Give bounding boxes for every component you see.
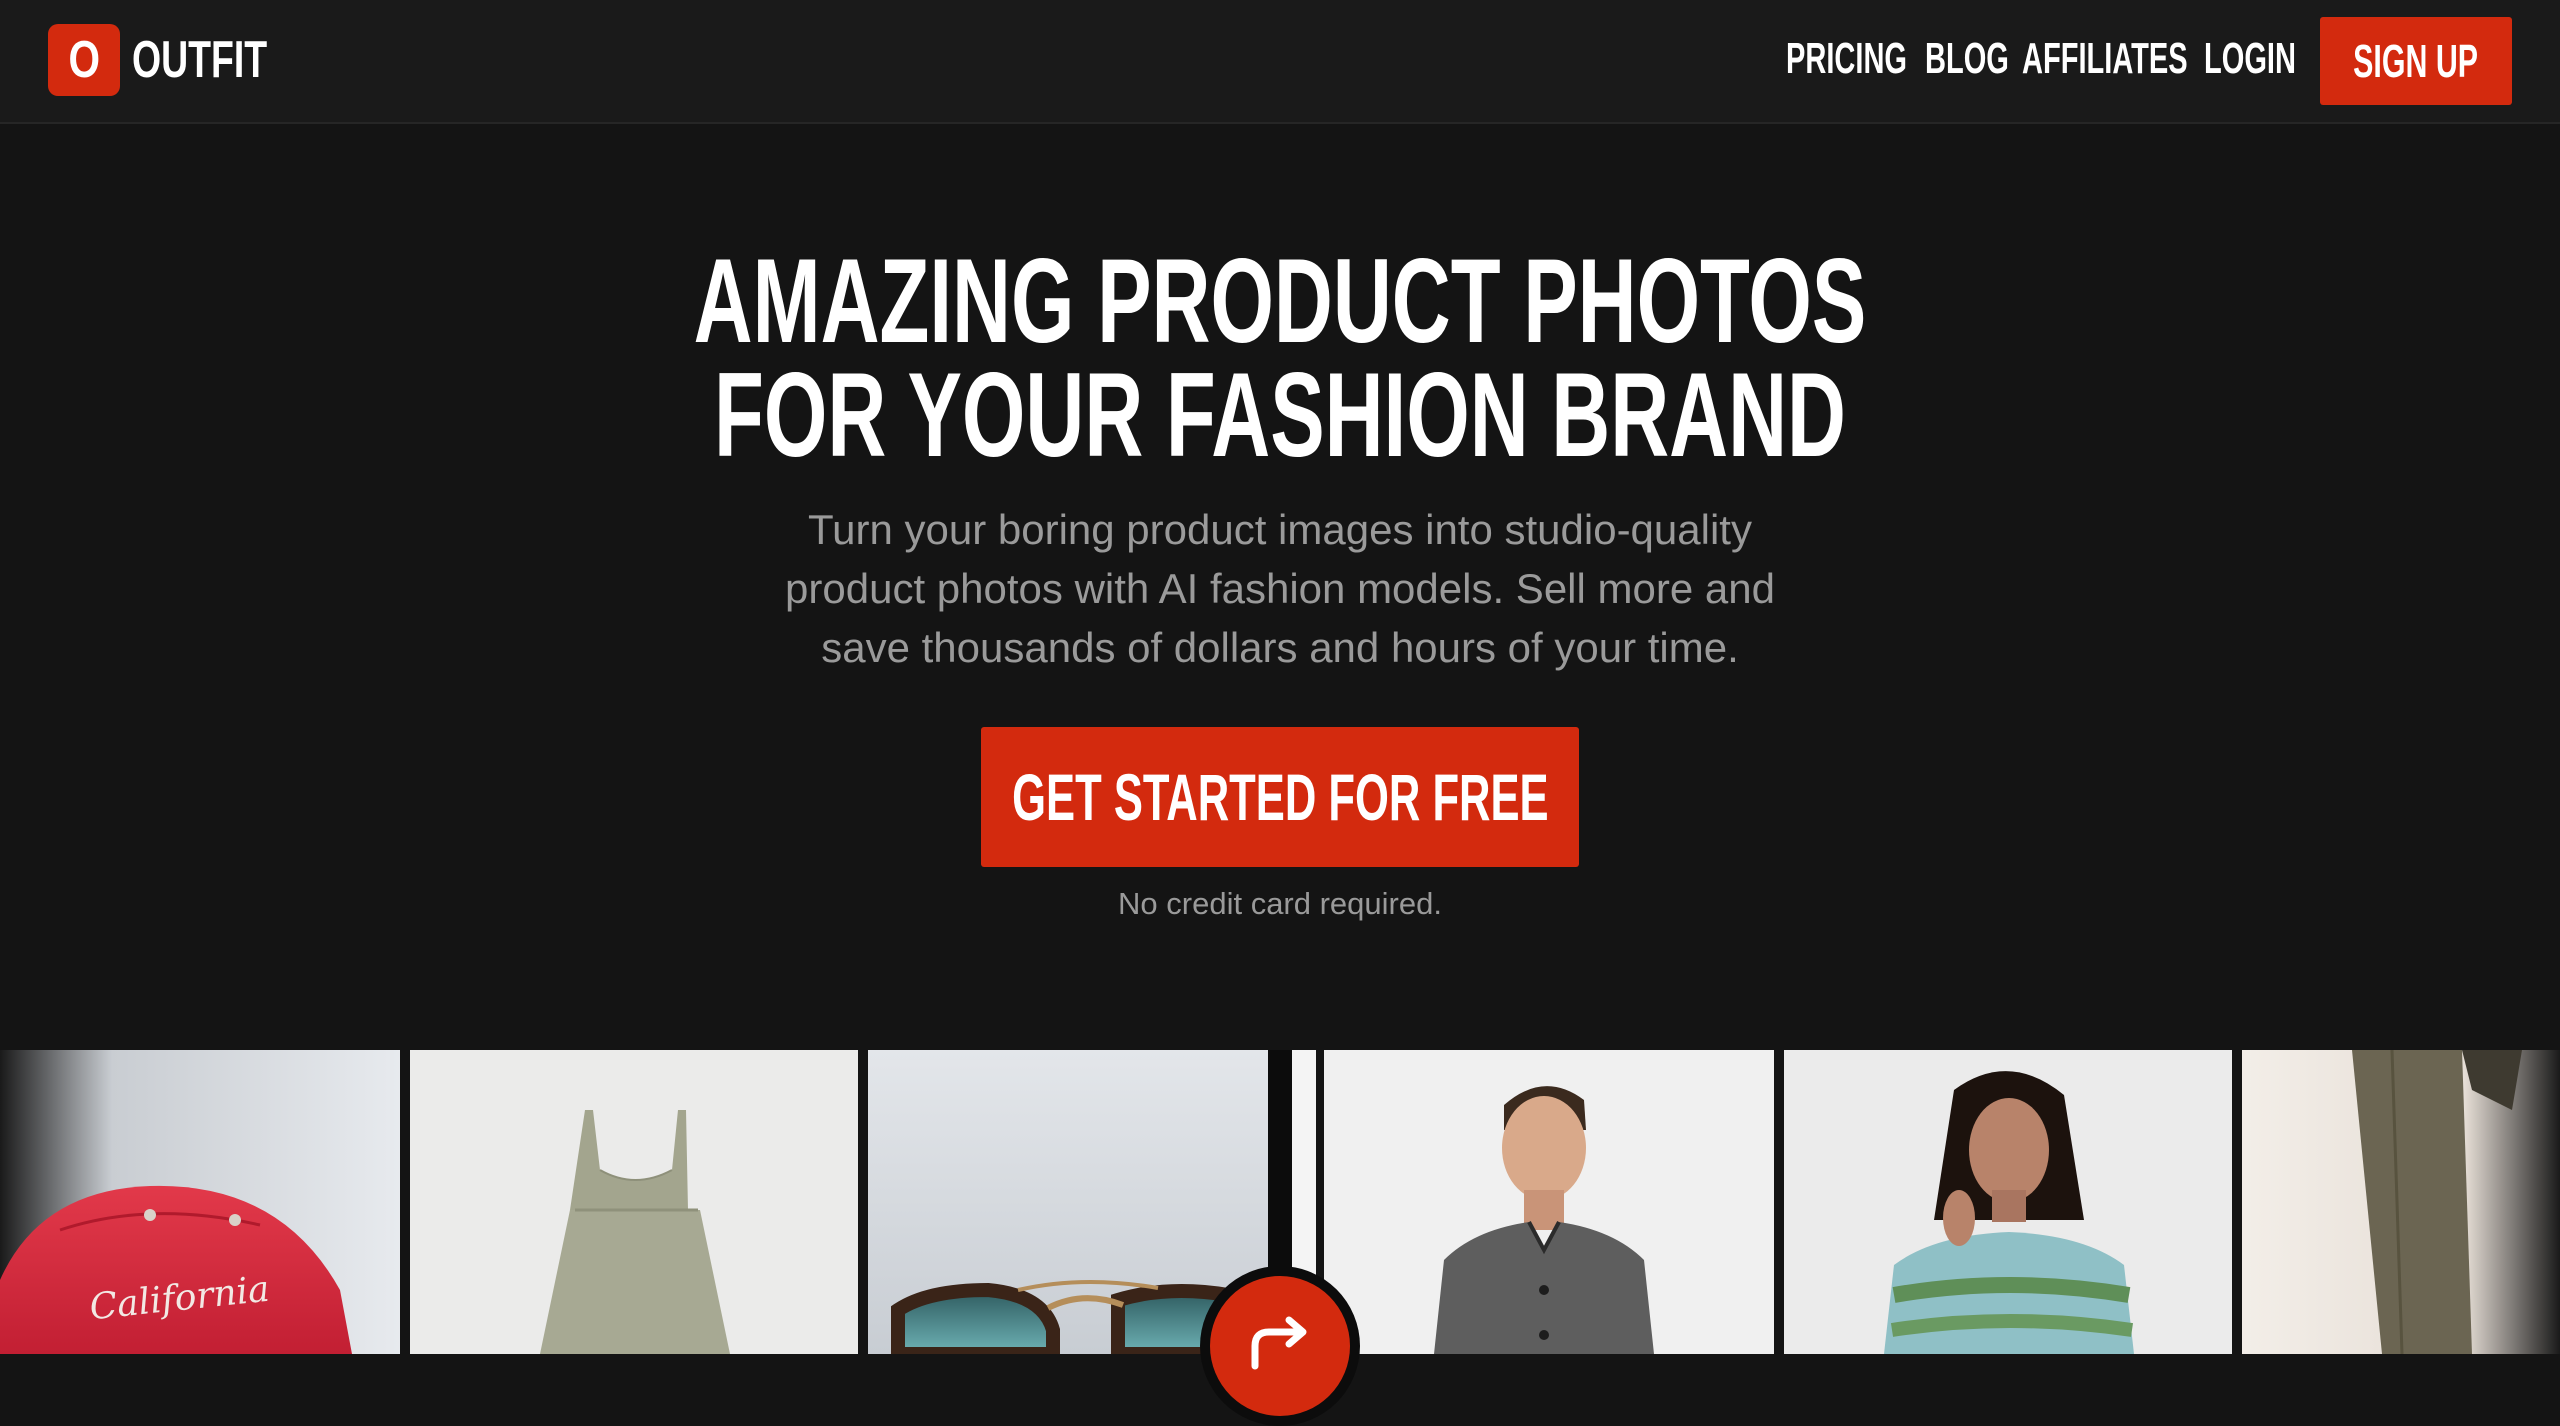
site-header: O OUTFIT PRICING BLOG AFFILIATES LOGIN S… [0, 0, 2560, 124]
swap-button[interactable] [1200, 1266, 1360, 1426]
female-model-image [1784, 1050, 2232, 1354]
brand-logo[interactable]: O OUTFIT [48, 24, 320, 96]
logo-letter: O [68, 31, 100, 89]
sign-up-button[interactable]: SIGN UP [2320, 17, 2512, 105]
red-cap-image: California [0, 1050, 400, 1354]
hero-subtitle-line-3: save thousands of dollars and hours of y… [821, 624, 1739, 671]
swap-button-face [1210, 1276, 1350, 1416]
gallery-tile-sage-dress [410, 1050, 858, 1354]
sage-dress-image [410, 1050, 858, 1354]
gallery-tile-trousers [2242, 1050, 2560, 1354]
hero-title-line-2: FOR YOUR FASHION BRAND [714, 348, 1846, 482]
logo-mark-icon: O [48, 24, 120, 96]
hero-title: AMAZING PRODUCT PHOTOS FOR YOUR FASHION … [0, 234, 2560, 482]
male-model-image [1324, 1050, 1774, 1354]
hero-subtitle-line-1: Turn your boring product images into stu… [808, 506, 1752, 553]
hero-subtitle: Turn your boring product images into stu… [0, 500, 2560, 677]
brand-name: OUTFIT [132, 31, 268, 89]
no-credit-card-note: No credit card required. [1118, 886, 1442, 921]
hero-title-line-1: AMAZING PRODUCT PHOTOS [693, 234, 1867, 368]
gallery-tile-male-model [1324, 1050, 1774, 1354]
gallery-tile-red-cap: California [0, 1050, 400, 1354]
swap-arrow-icon [1251, 1316, 1307, 1370]
gallery-tile-female-model [1784, 1050, 2232, 1354]
trousers-image [2242, 1050, 2560, 1354]
get-started-button[interactable]: GET STARTED FOR FREE [981, 727, 1579, 867]
hero-subtitle-line-2: product photos with AI fashion models. S… [785, 565, 1775, 612]
